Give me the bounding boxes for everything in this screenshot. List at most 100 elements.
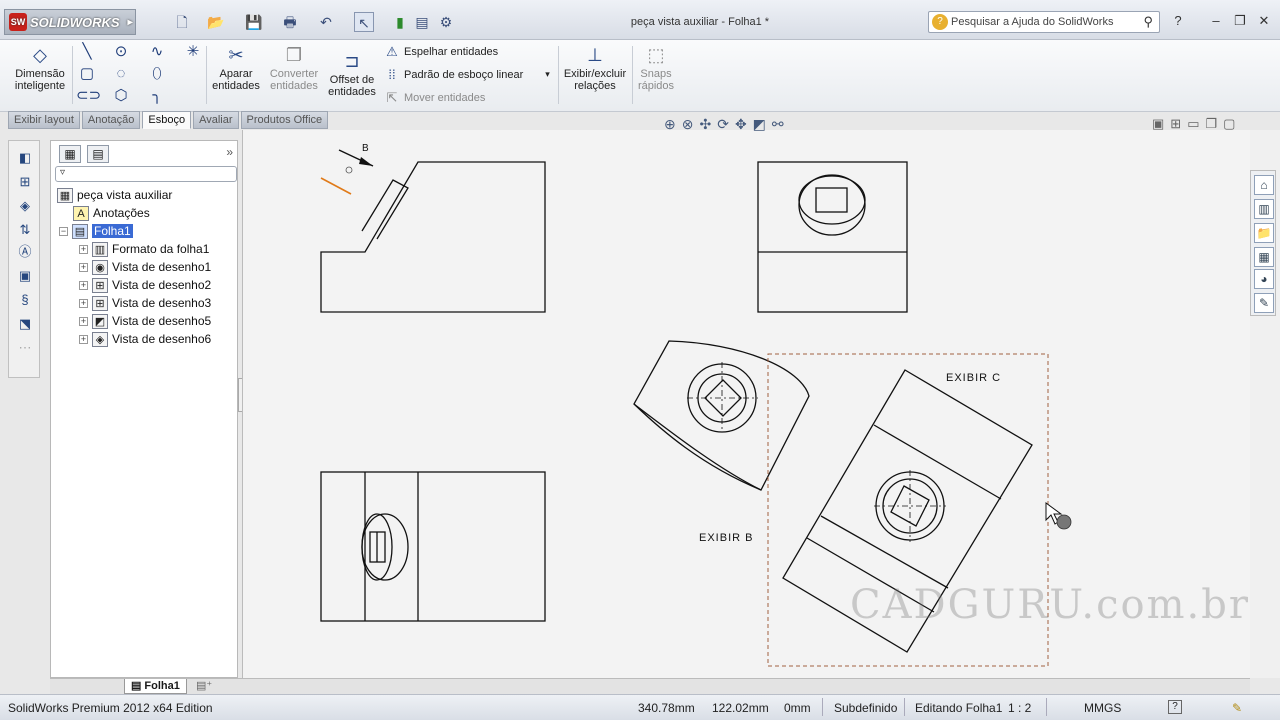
home-icon[interactable]: ⌂	[1254, 175, 1274, 195]
polygon-icon[interactable]: ⬡	[110, 86, 132, 106]
open-icon[interactable]: 📂	[206, 12, 226, 32]
property-manager-tab-icon[interactable]: ▤	[87, 145, 109, 163]
collapse-icon[interactable]: −	[59, 226, 68, 236]
print-icon[interactable]: 🖶	[280, 12, 300, 32]
linear-pattern-button[interactable]: ⁞⁞ Padrão de esboço linear ▾	[384, 67, 550, 82]
arc-icon[interactable]: ◌	[110, 64, 132, 84]
restore-icon[interactable]: ❐	[1230, 12, 1250, 30]
quick-snaps-button[interactable]: ⬚ Snaps rápidos	[634, 44, 678, 92]
smart-dimension-button[interactable]: ◇ Dimensão inteligente	[10, 44, 70, 92]
tab-esboco[interactable]: Esboço	[142, 111, 192, 129]
file-explorer-icon[interactable]: 📁	[1254, 223, 1274, 243]
rectangle-icon[interactable]: ▢	[76, 64, 98, 84]
expand-icon[interactable]: +	[79, 298, 88, 308]
new-icon[interactable]: 🗋	[172, 12, 192, 32]
side-view[interactable]	[757, 161, 908, 313]
tree-item-vista-de-desenho3[interactable]: + ⊞ Vista de desenho3	[79, 294, 211, 312]
expand-panel-icon[interactable]: »	[226, 145, 233, 159]
trim-entities-button[interactable]: ✂ Aparar entidades	[208, 44, 264, 92]
expand-icon[interactable]: +	[79, 334, 88, 344]
point-icon[interactable]: ✳	[182, 42, 204, 62]
sheet-tab-folha1[interactable]: ▤ Folha1	[124, 679, 187, 694]
select-icon[interactable]: ↖	[354, 12, 374, 32]
design-library-icon[interactable]: ▥	[1254, 199, 1274, 219]
offset-entities-button[interactable]: ⊐ Offset de entidades	[324, 50, 380, 98]
solidworks-logo[interactable]: SW SOLIDWORKS ▸	[4, 9, 136, 35]
custom-properties-icon[interactable]: ✎	[1254, 293, 1274, 313]
tab-exibir-layout[interactable]: Exibir layout	[8, 111, 80, 129]
tree-item-vista-de-desenho2[interactable]: + ⊞ Vista de desenho2	[79, 276, 211, 294]
auxiliary-view-icon[interactable]: ◈	[15, 197, 35, 215]
top-view[interactable]	[320, 471, 546, 622]
circle-icon[interactable]: ⊙	[110, 42, 132, 62]
magnifier-icon[interactable]: ⚲	[1143, 12, 1153, 32]
doc-close-icon[interactable]: ▢	[1223, 116, 1235, 132]
close-icon[interactable]: ✕	[1254, 12, 1274, 30]
view-palette-icon[interactable]: ▦	[1254, 247, 1274, 267]
tile-icon[interactable]: ▣	[1152, 116, 1164, 132]
file-properties-icon[interactable]: ▤	[412, 12, 432, 32]
line-icon[interactable]: ╲	[76, 42, 98, 62]
pan-icon[interactable]: ✥	[735, 116, 747, 136]
expand-icon[interactable]: +	[79, 316, 88, 326]
add-sheet-icon[interactable]: ▤⁺	[196, 679, 212, 692]
appearances-icon[interactable]: ◕	[1254, 269, 1274, 289]
cascade-icon[interactable]: ⊞	[1170, 116, 1181, 132]
auxiliary-view-b[interactable]	[633, 340, 810, 491]
help-icon[interactable]: ?	[1168, 12, 1188, 30]
expand-icon[interactable]: +	[79, 244, 88, 254]
feature-tree-tab-icon[interactable]: ▦	[59, 145, 81, 163]
units-system[interactable]: MMGS	[1084, 701, 1121, 715]
expand-icon[interactable]: +	[79, 262, 88, 272]
spline-icon[interactable]: ∿	[146, 42, 168, 62]
doc-minimize-icon[interactable]: ▭	[1187, 116, 1199, 132]
expand-icon[interactable]: +	[79, 280, 88, 290]
detail-view-icon[interactable]: Ⓐ	[15, 243, 35, 261]
alternate-position-icon[interactable]: ⬔	[15, 315, 35, 333]
tab-produtos-office[interactable]: Produtos Office	[240, 111, 329, 129]
tree-item-anotacoes[interactable]: A Anotações	[73, 204, 150, 222]
front-view[interactable]	[320, 161, 546, 313]
slot-icon[interactable]: ⊂⊃	[76, 86, 101, 106]
previous-view-icon[interactable]: ✣	[699, 116, 711, 136]
menu-arrow-icon[interactable]: ▸	[128, 17, 133, 28]
projected-view-icon[interactable]: ⊞	[15, 173, 35, 191]
save-icon[interactable]: 💾	[244, 12, 264, 32]
fillet-icon[interactable]: ╮	[146, 86, 168, 106]
minimize-icon[interactable]: –	[1206, 12, 1226, 30]
rebuild-view-icon[interactable]: ⟳	[717, 116, 729, 136]
display-relations-button[interactable]: ⊥ Exibir/excluir relações	[562, 44, 628, 92]
tree-item-vista-de-desenho1[interactable]: + ◉ Vista de desenho1	[79, 258, 211, 276]
status-help-icon[interactable]: ?	[1168, 700, 1182, 714]
tree-item-folha1[interactable]: − ▤ Folha1	[59, 222, 133, 240]
tree-root[interactable]: ▦ peça vista auxiliar	[57, 186, 172, 204]
tab-anotacao[interactable]: Anotação	[81, 111, 141, 129]
hide-show-items-icon[interactable]: ⚯	[772, 116, 784, 136]
display-style-icon[interactable]: ◩	[753, 116, 766, 136]
break-view-icon[interactable]: §	[15, 291, 35, 309]
tree-filter-input[interactable]: ▿	[55, 166, 237, 182]
section-view-icon[interactable]: ⇅	[15, 221, 35, 239]
tree-item-vista-de-desenho6[interactable]: + ◈ Vista de desenho6	[79, 330, 211, 348]
broken-out-section-icon[interactable]: ⋯	[15, 339, 35, 357]
view-arrow-b[interactable]: B	[320, 143, 374, 195]
rebuild-status-icon[interactable]: ✎	[1232, 701, 1242, 715]
mirror-entities-button[interactable]: ⚠ Espelhar entidades	[384, 44, 498, 60]
ellipse-icon[interactable]: ⬯	[146, 64, 168, 84]
rebuild-icon[interactable]: ▮	[390, 12, 410, 32]
options-icon[interactable]: ⚙	[436, 12, 456, 32]
help-search-input[interactable]: ? Pesquisar a Ajuda do SolidWorks ⚲	[928, 11, 1160, 33]
tree-item-formato-da-folha1[interactable]: + ▥ Formato da folha1	[79, 240, 209, 258]
zoom-to-fit-icon[interactable]: ⊕	[664, 116, 676, 136]
dropdown-arrow-icon[interactable]: ▾	[545, 69, 550, 80]
model-view-icon[interactable]: ◧	[15, 149, 35, 167]
sheet-scale[interactable]: 1 : 2	[1008, 701, 1031, 715]
crop-view-icon[interactable]: ▣	[15, 267, 35, 285]
move-entities-button[interactable]: ⇱ Mover entidades	[384, 90, 486, 106]
undo-icon[interactable]: ↶	[316, 12, 336, 32]
tree-item-vista-de-desenho5[interactable]: + ◩ Vista de desenho5	[79, 312, 211, 330]
convert-entities-button[interactable]: ❐ Converter entidades	[266, 44, 322, 92]
tab-avaliar[interactable]: Avaliar	[193, 111, 239, 129]
zoom-to-area-icon[interactable]: ⊗	[682, 116, 694, 136]
doc-restore-icon[interactable]: ❐	[1206, 116, 1218, 132]
